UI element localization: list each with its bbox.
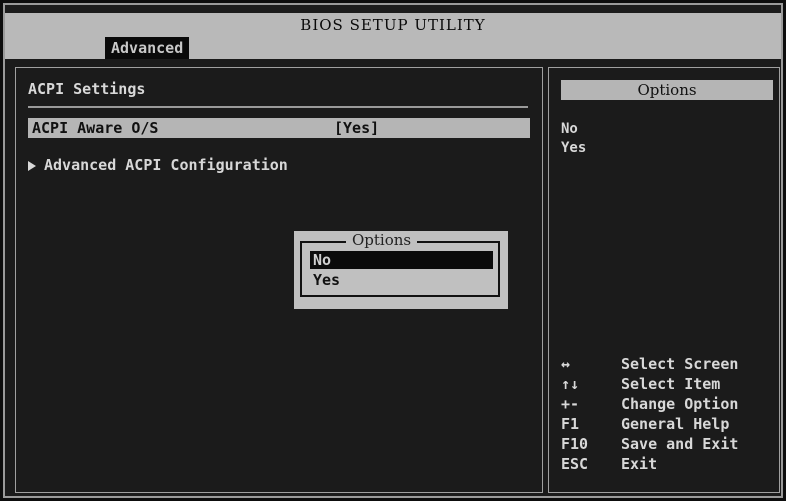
acpi-aware-os-value[interactable]: [Yes] <box>334 118 379 138</box>
popup-option-yes[interactable]: Yes <box>313 271 340 289</box>
section-title: ACPI Settings <box>28 80 146 98</box>
help-action: Select Item <box>621 375 721 393</box>
help-action: Select Screen <box>621 355 739 373</box>
help-key: +- <box>561 395 580 413</box>
option-yes: Yes <box>561 140 587 156</box>
help-action: Save and Exit <box>621 435 739 453</box>
help-key: F10 <box>561 435 589 453</box>
help-key: F1 <box>561 415 580 433</box>
options-popup: Options No Yes <box>294 231 508 309</box>
help-row: +- Change Option <box>561 394 771 414</box>
popup-title: Options <box>346 231 418 249</box>
help-row: ↑↓ Select Item <box>561 374 771 394</box>
acpi-aware-os-label[interactable]: ACPI Aware O/S <box>32 118 158 138</box>
advanced-acpi-config-item[interactable]: Advanced ACPI Configuration <box>28 156 288 174</box>
help-key: ESC <box>561 455 589 473</box>
options-list: No Yes <box>561 120 586 158</box>
help-row: F1 General Help <box>561 414 771 434</box>
tab-advanced[interactable]: Advanced <box>105 37 190 59</box>
title-bar: BIOS SETUP UTILITY Advanced <box>5 5 781 59</box>
help-action: Exit <box>621 455 658 473</box>
popup-option-no[interactable]: No <box>310 251 493 269</box>
help-key: ↑↓ <box>561 375 580 393</box>
help-action: Change Option <box>621 395 739 413</box>
help-action: General Help <box>621 415 730 433</box>
utility-title: BIOS SETUP UTILITY <box>5 13 781 37</box>
submenu-arrow-icon <box>28 160 36 171</box>
help-row: F10 Save and Exit <box>561 434 771 454</box>
help-key: ↔ <box>561 355 571 373</box>
section-divider <box>28 106 528 108</box>
help-panel: Options No Yes ↔ Select Screen ↑↓ Select I… <box>548 67 780 493</box>
advanced-acpi-config-label: Advanced ACPI Configuration <box>44 156 288 174</box>
help-row: ↔ Select Screen <box>561 354 771 374</box>
options-header: Options <box>561 80 773 100</box>
option-no: No <box>561 121 578 137</box>
help-row: ESC Exit <box>561 454 771 474</box>
key-help: ↔ Select Screen ↑↓ Select Item +- Change Op… <box>561 354 771 474</box>
